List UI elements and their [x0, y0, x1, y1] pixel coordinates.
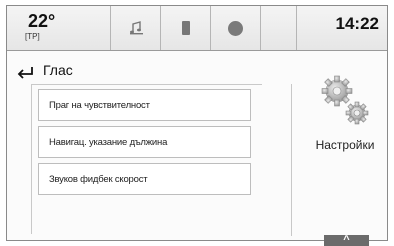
phone-icon: [181, 21, 190, 35]
clock-area: 14:22: [296, 6, 387, 50]
clock: 14:22: [335, 14, 379, 33]
temperature-value: 22°: [28, 11, 56, 31]
status-slot-empty: [260, 6, 296, 50]
music-note-icon: [129, 21, 143, 35]
audio-shortcut[interactable]: [110, 6, 160, 50]
back-arrow-icon[interactable]: [16, 65, 34, 79]
infotainment-screen: 22° [TP] 14:22 Глас Праг на чувствително…: [6, 5, 388, 246]
scroll-up-button[interactable]: ^: [324, 235, 369, 246]
temperature-mode: [TP]: [25, 32, 40, 41]
settings-label: Настройки: [315, 138, 375, 152]
gears-icon: [321, 75, 369, 125]
page-title: Глас: [43, 62, 73, 78]
menu-item-sensitivity-threshold[interactable]: Праг на чувствителност: [38, 89, 251, 121]
vertical-divider: [291, 84, 292, 236]
menu-item-navigation-prompt-length[interactable]: Навигац. указание дължина: [38, 126, 251, 158]
record-icon: [228, 20, 243, 36]
chevron-up-icon: ^: [343, 234, 350, 246]
status-bar: 22° [TP] 14:22: [7, 6, 387, 51]
settings-button[interactable]: Настройки: [303, 71, 387, 167]
phone-shortcut[interactable]: [160, 6, 210, 50]
record-shortcut[interactable]: [210, 6, 260, 50]
menu-item-audio-feedback-speed[interactable]: Звуков фидбек скорост: [38, 163, 251, 195]
